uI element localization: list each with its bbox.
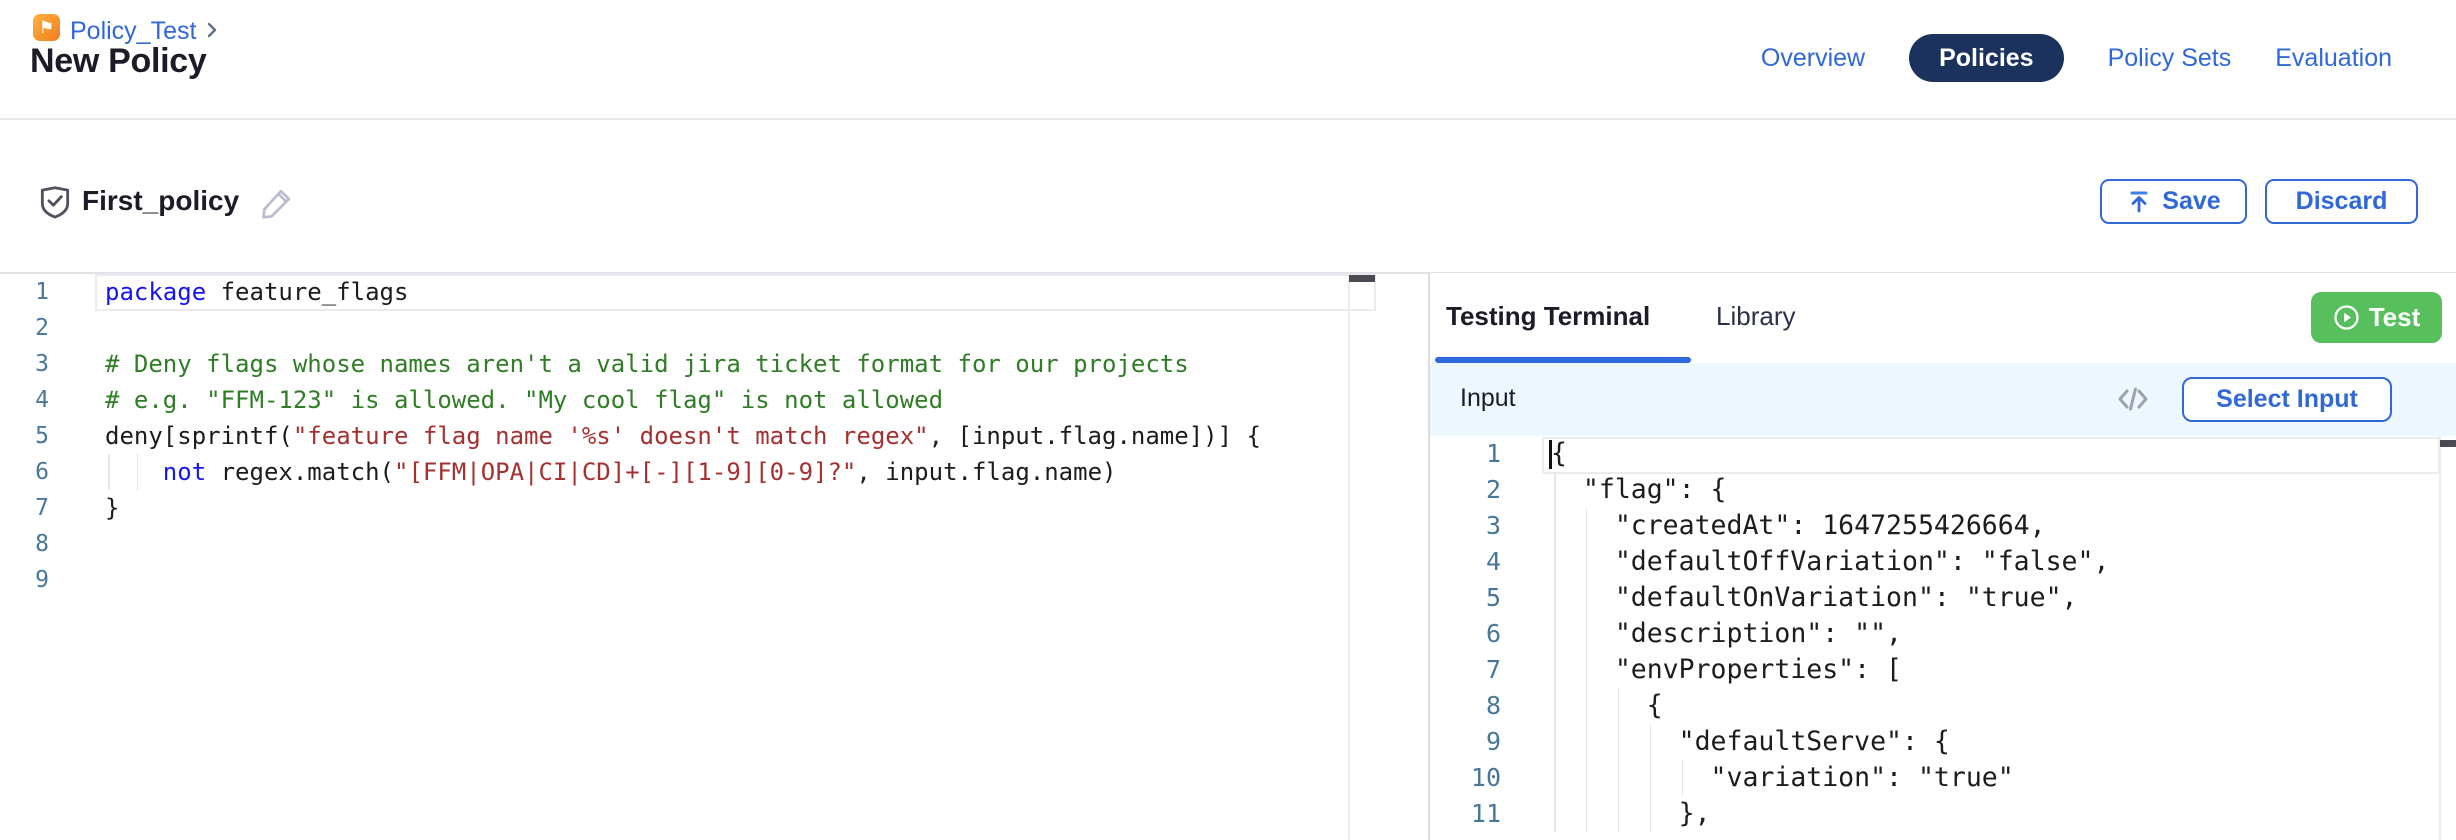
code-line[interactable]: 6 "description": "", [1430,616,2456,652]
code-brackets-icon[interactable] [2115,381,2151,417]
code-text: "description": "", [1551,616,1902,652]
line-number: 1 [0,274,49,310]
code-line[interactable]: 7 "envProperties": [ [1430,652,2456,688]
code-text: # e.g. "FFM-123" is allowed. "My cool fl… [105,382,943,418]
code-line[interactable]: 9 [0,562,1384,598]
code-text: }, [1551,796,1711,832]
line-number: 11 [1430,796,1501,832]
header-divider [0,118,2456,120]
test-button[interactable]: Test [2311,292,2442,343]
code-line[interactable]: 6 not regex.match("[FFM|OPA|CI|CD]+[-][1… [0,454,1384,490]
line-number: 1 [1430,436,1501,472]
code-line[interactable]: 3 "createdAt": 1647255426664, [1430,508,2456,544]
testing-panel-tabs: Testing Terminal Library Test [1430,273,2456,363]
code-text: "defaultServe": { [1551,724,1950,760]
upload-icon [2126,189,2152,215]
tab-policy-sets[interactable]: Policy Sets [2108,44,2232,73]
code-text: package feature_flags [105,274,408,310]
testing-panel: Testing Terminal Library Test Input Sele… [1428,273,2456,840]
line-number: 2 [0,310,49,346]
play-circle-icon [2333,304,2360,331]
code-text: "flag": { [1551,472,1727,508]
code-text: { [1551,436,1567,472]
save-label: Save [2162,187,2220,216]
code-line[interactable]: 2 [0,310,1384,346]
line-number: 6 [1430,616,1501,652]
line-number: 8 [1430,688,1501,724]
line-number: 3 [1430,508,1501,544]
chevron-right-icon [203,21,221,39]
line-number: 4 [0,382,49,418]
line-number: 2 [1430,472,1501,508]
tab-evaluation[interactable]: Evaluation [2275,44,2392,73]
editor-scrollbar-thumb[interactable] [1349,275,1375,282]
code-line[interactable]: 5 deny[sprintf("feature flag name '%s' do… [0,418,1384,454]
code-text: # Deny flags whose names aren't a valid … [105,346,1189,382]
policy-code-editor[interactable]: 1 package feature_flags 23 # Deny flags who… [0,274,1384,840]
code-text: "defaultOnVariation": "true", [1551,580,2078,616]
code-text: "createdAt": 1647255426664, [1551,508,2046,544]
save-button[interactable]: Save [2100,179,2247,224]
line-number: 5 [1430,580,1501,616]
code-text: not regex.match("[FFM|OPA|CI|CD]+[-][1-9… [105,454,1116,490]
code-line[interactable]: 10 "variation": "true" [1430,760,2456,796]
policy-name: First_policy [82,185,239,217]
tab-library[interactable]: Library [1716,301,1795,332]
edit-pencil-icon[interactable] [258,184,296,222]
code-text: deny[sprintf("feature flag name '%s' doe… [105,418,1261,454]
line-number: 10 [1430,760,1501,796]
code-line[interactable]: 4 "defaultOffVariation": "false", [1430,544,2456,580]
code-line[interactable]: 2 "flag": { [1430,472,2456,508]
policy-flag-icon: ⚑ [33,14,60,41]
discard-button[interactable]: Discard [2265,179,2418,224]
discard-label: Discard [2296,187,2388,216]
code-text: } [105,490,119,526]
tab-overview[interactable]: Overview [1761,44,1865,73]
line-number: 5 [0,418,49,454]
code-line[interactable]: 7} [0,490,1384,526]
test-label: Test [2369,302,2421,333]
editor-scrollbar-thumb[interactable] [2440,440,2456,447]
page-title: New Policy [30,42,207,81]
line-number: 3 [0,346,49,382]
test-input-editor[interactable]: 1{2 "flag": {3 "createdAt": 164725542666… [1430,436,2456,840]
text-cursor [1549,440,1552,469]
code-line[interactable]: 5 "defaultOnVariation": "true", [1430,580,2456,616]
line-number: 9 [0,562,49,598]
code-line[interactable]: 9 "defaultServe": { [1430,724,2456,760]
code-line[interactable]: 8 { [1430,688,2456,724]
editor-scrollbar-track [2439,436,2441,840]
line-number: 8 [0,526,49,562]
code-text: "variation": "true" [1551,760,2014,796]
code-line[interactable]: 8 [0,526,1384,562]
code-text: "defaultOffVariation": "false", [1551,544,2109,580]
code-line[interactable]: 1 package feature_flags [0,274,1384,310]
line-number: 7 [1430,652,1501,688]
code-line[interactable]: 11 }, [1430,796,2456,832]
tab-testing-terminal[interactable]: Testing Terminal [1446,301,1650,332]
code-line[interactable]: 4 # e.g. "FFM-123" is allowed. "My cool f… [0,382,1384,418]
top-nav: Overview Policies Policy Sets Evaluation [1761,34,2392,82]
line-number: 7 [0,490,49,526]
tab-policies[interactable]: Policies [1909,34,2064,82]
code-text: "envProperties": [ [1551,652,1902,688]
line-number: 4 [1430,544,1501,580]
code-text: { [1551,688,1663,724]
line-number: 9 [1430,724,1501,760]
input-label: Input [1460,384,1516,413]
shield-check-icon [36,183,74,221]
select-input-button[interactable]: Select Input [2182,377,2392,422]
line-number: 6 [0,454,49,490]
code-line[interactable]: 1{ [1430,436,2456,472]
editor-scrollbar-track [1348,273,1350,840]
input-header-bar: Input Select Input [1430,363,2456,436]
code-line[interactable]: 3 # Deny flags whose names aren't a valid… [0,346,1384,382]
